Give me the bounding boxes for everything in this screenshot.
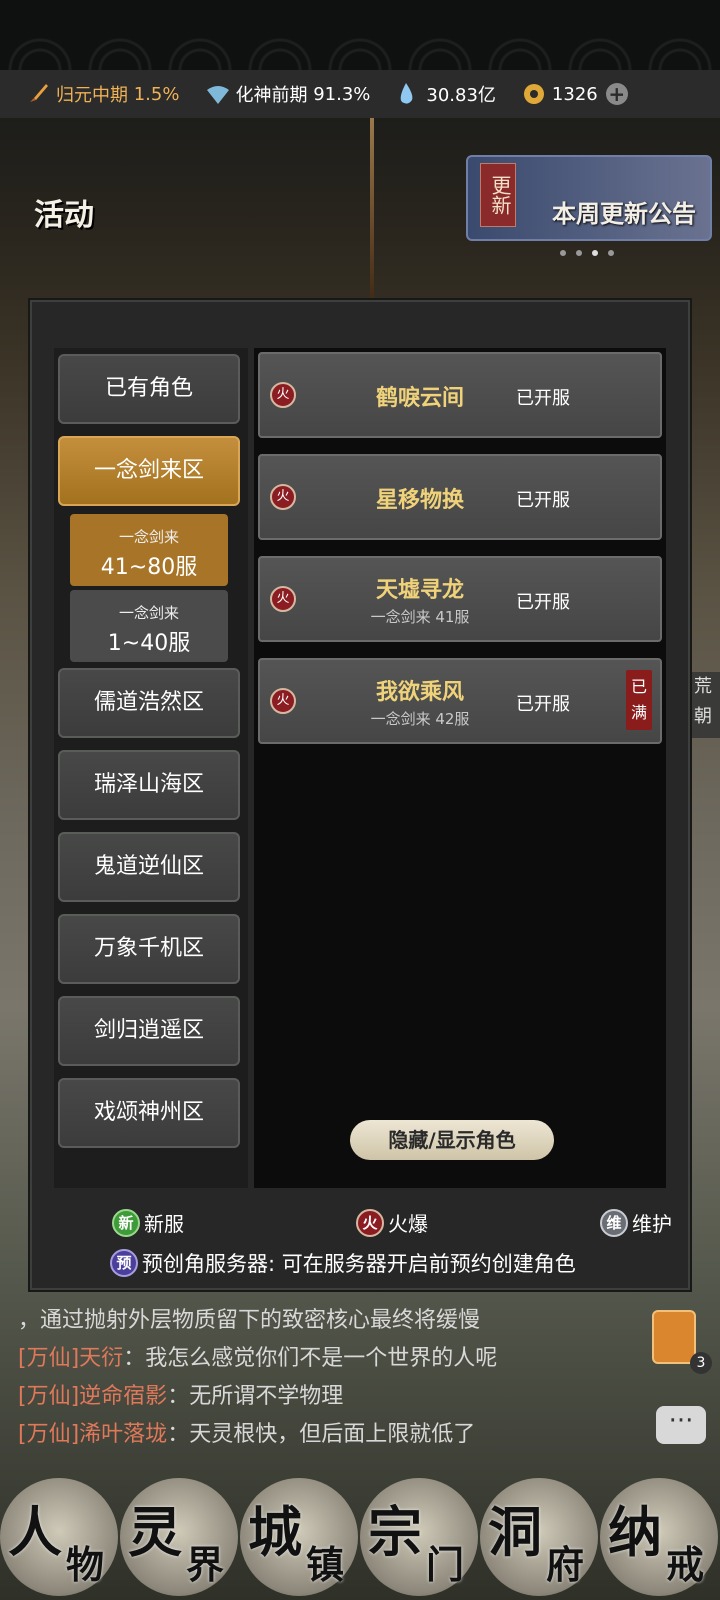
bottom-nav: 人物 灵界 城镇 宗门 洞府 纳戒 (0, 1470, 720, 1600)
zone-wanxiang-qianji[interactable]: 万象千机区 (58, 914, 240, 984)
fire-badge-icon: 火 (270, 586, 296, 612)
server-row[interactable]: 火 天墟寻龙 一念剑来 41服 已开服 (258, 556, 662, 642)
server-name: 我欲乘风 (375, 679, 464, 705)
nav-ring[interactable]: 纳戒 (600, 1478, 718, 1596)
gift-count: 3 (690, 1352, 712, 1374)
precreate-badge-icon: 预 (110, 1249, 138, 1277)
subzone-range: 1~40服 (107, 631, 191, 656)
resource-bar: 归元中期 1.5% 化神前期 91.3% 30.83亿 1326 + (0, 70, 720, 118)
jade-coin-icon (522, 82, 546, 106)
notice-tag: 更新 (480, 163, 516, 227)
zone-jiangui-xiaoyao[interactable]: 剑归逍遥区 (58, 996, 240, 1066)
server-list: 火 鹤唳云间 已开服 火 星移物换 已开服 火 天墟寻龙 一念剑来 41服 已开… (254, 348, 666, 1188)
precreate-text: 预创角服务器: 可在服务器开启前预约创建角色 (142, 1252, 576, 1276)
sword-icon (26, 82, 50, 106)
add-jade-button[interactable]: + (605, 83, 628, 105)
stones-stat[interactable]: 30.83亿 (396, 81, 496, 107)
zone-yinian-jianlai[interactable]: 一念剑来区 (58, 436, 240, 506)
server-name: 星移物换 (375, 487, 464, 513)
nav-spirit-realm[interactable]: 灵界 (120, 1478, 238, 1596)
spirit-stat[interactable]: 化神前期 91.3% (205, 81, 370, 107)
zone-ruize-shanhai[interactable]: 瑞泽山海区 (58, 750, 240, 820)
fan-icon (205, 82, 230, 106)
fire-badge-icon: 火 (270, 484, 296, 510)
legend-mt-label: 维护 (632, 1212, 672, 1236)
zone-xisong-shenzhou[interactable]: 戏颂神州区 (58, 1078, 240, 1148)
chat-line: [万仙]逆命宿影：无所谓不学物理 (18, 1384, 344, 1409)
fire-badge-icon: 火 (270, 382, 296, 408)
gift-icon[interactable] (652, 1310, 696, 1364)
notice-text: 本周更新公告 (552, 199, 696, 228)
nav-sect[interactable]: 宗门 (360, 1478, 478, 1596)
stones-value: 30.83亿 (426, 85, 496, 106)
subzone-range: 41~80服 (100, 555, 198, 580)
nav-character[interactable]: 人物 (0, 1478, 118, 1596)
legend: 新 新服 火 火爆 维 维护 (112, 1208, 672, 1237)
zone-rudao-haoran[interactable]: 儒道浩然区 (58, 668, 240, 738)
nav-town[interactable]: 城镇 (240, 1478, 358, 1596)
server-row[interactable]: 火 星移物换 已开服 (258, 454, 662, 540)
realm-stat[interactable]: 归元中期 1.5% (26, 81, 179, 107)
subzone-name: 一念剑来 (118, 528, 179, 546)
legend-new-label: 新服 (144, 1212, 184, 1236)
full-tag: 已满 (626, 670, 652, 730)
server-status: 已开服 (516, 388, 570, 409)
light-beam (370, 118, 374, 298)
zone-list: 已有角色 一念剑来区 一念剑来 41~80服 一念剑来 1~40服 儒道浩然区 … (54, 348, 248, 1188)
activity-button[interactable]: 活动 (34, 190, 114, 250)
banner-pager (560, 250, 614, 256)
legend-hot-label: 火爆 (388, 1212, 428, 1236)
legend-hot: 火 火爆 (356, 1208, 428, 1237)
subzone-41-80[interactable]: 一念剑来 41~80服 (70, 514, 228, 586)
zone-guidao-nixian[interactable]: 鬼道逆仙区 (58, 832, 240, 902)
spirit-pct: 91.3% (313, 83, 371, 105)
subzone-name: 一念剑来 (118, 604, 179, 622)
side-tab[interactable]: 荒朝 (686, 672, 720, 738)
subzone-1-40[interactable]: 一念剑来 1~40服 (70, 590, 228, 662)
legend-precreate: 预 预创角服务器: 可在服务器开启前预约创建角色 (110, 1248, 576, 1278)
chat-log[interactable]: ，通过抛射外层物质留下的致密核心最终将缓慢 [万仙]天衍：我怎么感觉你们不是一个… (18, 1302, 658, 1454)
server-status: 已开服 (516, 490, 570, 511)
toggle-roles-button[interactable]: 隐藏/显示角色 (350, 1120, 554, 1160)
legend-maintenance: 维 维护 (600, 1208, 672, 1237)
chat-bubble-icon[interactable]: ··· (656, 1406, 706, 1444)
server-note: 一念剑来 42服 (370, 710, 470, 728)
jade-stat[interactable]: 1326 + (522, 82, 628, 106)
update-notice-banner[interactable]: 更新 本周更新公告 (466, 155, 712, 241)
maintenance-badge-icon: 维 (600, 1208, 628, 1237)
nav-cave[interactable]: 洞府 (480, 1478, 598, 1596)
water-drop-icon (396, 82, 420, 106)
server-name: 鹤唳云间 (375, 385, 464, 411)
spirit-label: 化神前期 (235, 85, 308, 106)
fire-badge-icon: 火 (356, 1208, 384, 1237)
chat-line: [万仙]浠叶落垅：天灵根快，但后面上限就低了 (18, 1422, 476, 1447)
server-name: 天墟寻龙 (375, 577, 464, 603)
realm-label: 归元中期 (56, 85, 128, 106)
jade-value: 1326 (551, 83, 598, 105)
chat-line: [万仙]天衍：我怎么感觉你们不是一个世界的人呢 (18, 1346, 498, 1371)
server-note: 一念剑来 41服 (370, 608, 470, 626)
chat-line: ，通过抛射外层物质留下的致密核心最终将缓慢 (18, 1308, 481, 1333)
new-badge-icon: 新 (112, 1208, 140, 1237)
server-select-dialog: 已有角色 一念剑来区 一念剑来 41~80服 一念剑来 1~40服 儒道浩然区 … (30, 300, 690, 1290)
legend-new: 新 新服 (112, 1208, 184, 1237)
fire-badge-icon: 火 (270, 688, 296, 714)
server-row[interactable]: 火 鹤唳云间 已开服 (258, 352, 662, 438)
server-row[interactable]: 火 我欲乘风 一念剑来 42服 已开服 已满 (258, 658, 662, 744)
server-status: 已开服 (516, 694, 570, 715)
top-decoration (0, 0, 720, 70)
realm-pct: 1.5% (133, 83, 180, 105)
zone-existing-roles[interactable]: 已有角色 (58, 354, 240, 424)
server-status: 已开服 (516, 592, 570, 613)
